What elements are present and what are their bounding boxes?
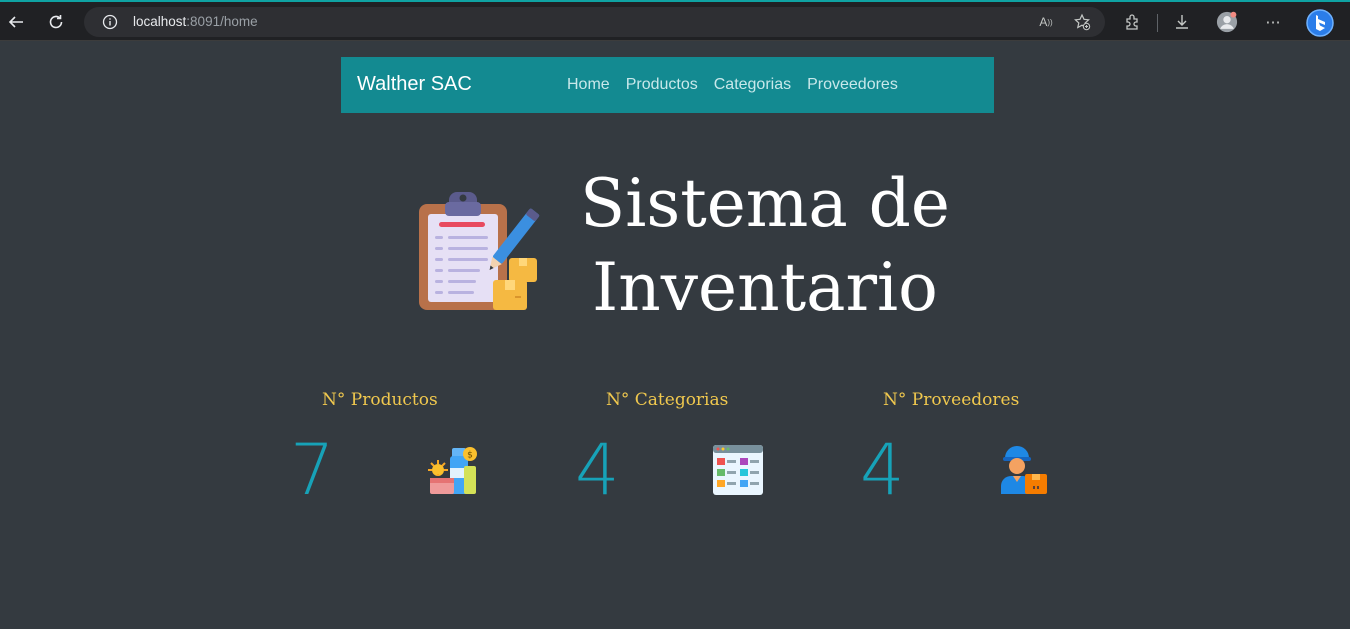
clipboard-inventory-icon [415, 190, 540, 315]
downloads-icon[interactable] [1171, 11, 1193, 33]
toolbar-divider [1157, 14, 1158, 32]
bing-copilot-icon[interactable] [1305, 8, 1335, 38]
nav-link-productos[interactable]: Productos [626, 76, 698, 94]
nav-link-home[interactable]: Home [567, 76, 610, 94]
site-info-icon[interactable] [102, 14, 118, 30]
back-icon[interactable] [2, 8, 30, 36]
supplier-icon [997, 444, 1049, 496]
address-bar[interactable]: localhost:8091/home A)) [84, 7, 1105, 37]
reload-icon[interactable] [42, 8, 70, 36]
more-options-icon[interactable]: ··· [1262, 11, 1284, 33]
title-line-1: Sistema de [580, 165, 950, 242]
profile-avatar-icon[interactable] [1216, 11, 1238, 33]
url-text[interactable]: localhost:8091/home [133, 14, 258, 29]
title-line-2: Inventario [592, 249, 938, 326]
browser-toolbar: localhost:8091/home A)) ··· [0, 0, 1350, 41]
nav-link-proveedores[interactable]: Proveedores [807, 76, 898, 94]
page-title: Sistema de Inventario [560, 162, 970, 330]
stat-label-proveedores: N° Proveedores [883, 390, 1020, 410]
extensions-icon[interactable] [1122, 11, 1144, 33]
brand-link[interactable]: Walther SAC [357, 73, 472, 96]
read-aloud-icon[interactable]: A)) [1035, 11, 1057, 33]
stat-value-proveedores: 4 [860, 429, 905, 511]
stat-label-productos: N° Productos [322, 390, 438, 410]
products-icon: $ [426, 444, 478, 496]
nav-links: Home Productos Categorias Proveedores [567, 76, 898, 94]
app-navbar: Walther SAC Home Productos Categorias Pr… [341, 57, 994, 113]
categories-icon [712, 444, 764, 496]
stat-value-productos: 7 [290, 429, 335, 511]
stat-label-categorias: N° Categorias [606, 390, 729, 410]
favorite-add-icon[interactable] [1071, 11, 1093, 33]
nav-link-categorias[interactable]: Categorias [714, 76, 791, 94]
svg-text:$: $ [467, 451, 473, 461]
stat-value-categorias: 4 [575, 429, 620, 511]
